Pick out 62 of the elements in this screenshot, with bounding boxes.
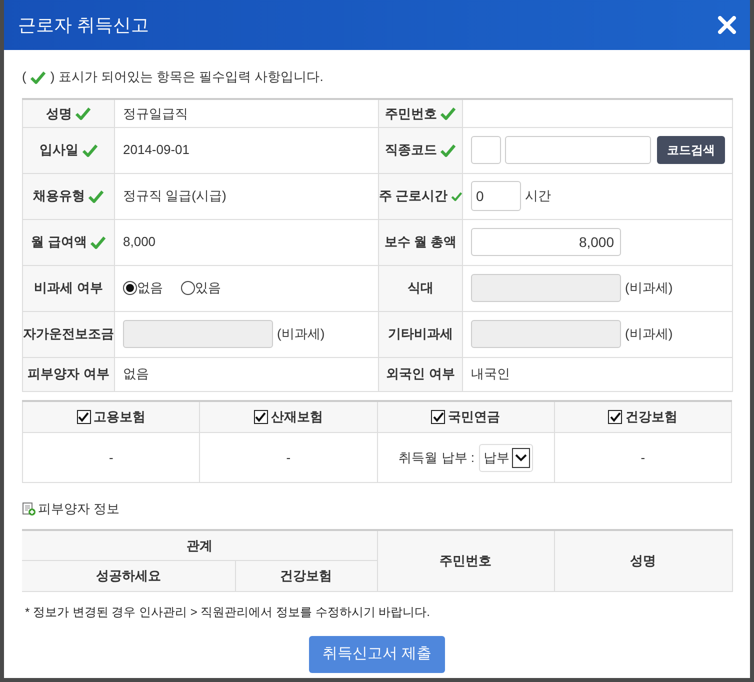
field-label: 보수 월 총액 [384,233,457,252]
tax-note: (비과세) [625,325,673,344]
code-name-field[interactable] [505,136,651,164]
tax-note: (비과세) [277,325,325,344]
column-header: 성명 [554,530,732,592]
cell-value: - [108,448,114,467]
insurance-label: 국민연금 [448,408,500,426]
field-value: 8,000 [123,233,156,252]
radio-button[interactable] [181,281,195,295]
field-label: 채용유형 [33,187,85,206]
field-label: 직종코드 [385,141,437,160]
caret-icon [512,448,530,468]
notice-text: ( [22,68,26,86]
close-icon[interactable] [718,16,736,34]
checkbox[interactable] [431,410,446,424]
cell-value: - [286,448,291,467]
tax-note: (비과세) [625,279,673,298]
amount-field[interactable]: 8,000 [471,228,621,256]
field-label: 주민번호 [385,104,437,122]
field-value: 내국인 [471,365,510,384]
input-field[interactable] [471,320,621,348]
insurance-label: 산재보험 [270,408,323,426]
field-label: 입사일 [40,141,78,160]
insurance-label: 고용보험 [94,408,146,426]
check-icon [30,70,46,84]
radio-label: 있음 [195,279,221,298]
cell-value: - [640,448,646,467]
notice-text: ) 표시가 되어있는 항목은 필수입력 사항입니다. [50,68,324,86]
field-label: 외국인 여부 [386,365,455,384]
window-title: 근로자 취득신고 [18,14,150,36]
payment-dropdown[interactable]: 납부 [478,444,533,472]
code-search-button[interactable]: 코드검색 [657,136,725,164]
checkbox[interactable] [254,410,268,424]
payment-label: 취득월 납부 : [398,448,475,467]
field-value: 2014-09-01 [123,141,190,160]
field-label: 기타비과세 [388,325,453,344]
field-value: 없음 [123,365,149,384]
add-document-icon[interactable] [22,502,36,516]
radio-button[interactable] [123,281,137,295]
column-header: 성공하세요 [22,560,235,592]
field-label: 자가운전보조금 [23,325,114,344]
section-title: 피부양자 정보 [38,500,120,518]
field-label: 비과세 여부 [34,279,103,298]
field-label: 주 근로시간 [379,187,448,206]
code-field[interactable] [471,136,501,164]
field-label: 식대 [408,279,434,298]
input-field[interactable] [471,274,621,302]
field-value: 정규직 일급(시급) [123,187,226,206]
field-label: 성명 [46,104,72,122]
field-label: 월 급여액 [31,233,87,252]
radio-label: 없음 [137,279,163,298]
field-label: 피부양자 여부 [28,365,110,384]
column-header: 건강보험 [235,560,377,592]
checkbox[interactable] [608,410,622,424]
input-field[interactable] [123,320,273,348]
field-value: 정규일급직 [123,104,188,122]
unit-label: 시간 [525,187,551,206]
insurance-label: 건강보험 [625,408,678,426]
footnote: * 정보가 변경된 경우 인사관리 > 직원관리에서 정보를 수정하시기 바랍니다. [25,605,430,619]
submit-button[interactable]: 취득신고서 제출 [309,636,445,672]
hours-field[interactable]: 0 [471,181,521,211]
checkbox[interactable] [76,410,91,424]
